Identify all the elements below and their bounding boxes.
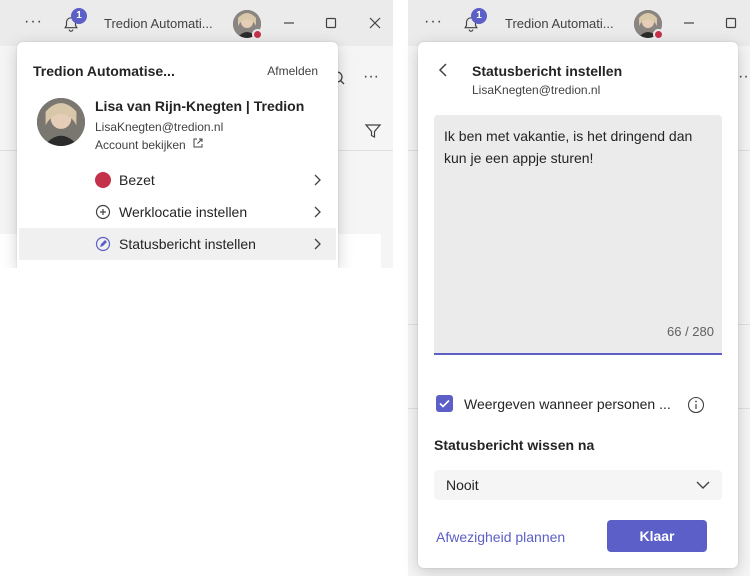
left-window: ··· 1 Tredion Automati... ··· Tredion Au… xyxy=(0,0,393,268)
maximize-icon[interactable] xyxy=(722,14,740,32)
account-menu: Tredion Automatise... Afmelden Lisa van … xyxy=(17,42,338,268)
clear-after-value: Nooit xyxy=(446,477,479,493)
info-icon[interactable] xyxy=(687,396,705,414)
window-title: Tredion Automati... xyxy=(104,16,213,31)
org-name: Tredion Automatise... xyxy=(33,63,175,79)
busy-presence-dot xyxy=(653,29,664,40)
notifications-button[interactable]: 1 xyxy=(62,8,87,34)
notifications-button[interactable]: 1 xyxy=(462,8,487,34)
window-title: Tredion Automati... xyxy=(505,16,614,31)
chevron-right-icon xyxy=(314,174,321,186)
busy-presence-dot xyxy=(252,29,263,40)
left-titlebar: ··· 1 Tredion Automati... xyxy=(0,0,393,46)
add-location-icon xyxy=(95,204,111,220)
avatar xyxy=(37,98,85,146)
panel-title: Statusbericht instellen xyxy=(472,63,623,79)
clear-after-label: Statusbericht wissen na xyxy=(434,437,595,453)
checkmark-icon xyxy=(439,399,450,408)
menu-item-label: Bezet xyxy=(119,172,155,188)
view-account-link[interactable]: Account bekijken xyxy=(95,138,203,152)
more-options-icon[interactable]: ··· xyxy=(738,68,750,86)
status-message-text: Ik ben met vakantie, is het dringend dan… xyxy=(444,128,693,166)
character-count: 66 / 280 xyxy=(667,324,714,339)
status-message-input[interactable]: Ik ben met vakantie, is het dringend dan… xyxy=(434,115,722,355)
menu-item-status-message[interactable]: Statusbericht instellen xyxy=(19,228,336,260)
maximize-icon[interactable] xyxy=(322,14,340,32)
right-titlebar: ··· 1 Tredion Automati... xyxy=(408,0,750,46)
profile-avatar-button[interactable] xyxy=(634,10,664,40)
menu-item-presence[interactable]: Bezet xyxy=(19,164,336,196)
chevron-right-icon xyxy=(314,238,321,250)
menu-item-work-location[interactable]: Werklocatie instellen xyxy=(19,196,336,228)
status-message-panel: Statusbericht instellen LisaKnegten@tred… xyxy=(418,42,738,568)
clear-after-dropdown[interactable]: Nooit xyxy=(434,470,722,500)
more-options-button[interactable]: ··· xyxy=(24,13,43,31)
minimize-icon[interactable] xyxy=(680,14,698,32)
menu-item-label: Werklocatie instellen xyxy=(119,204,248,220)
busy-status-icon xyxy=(95,172,111,188)
profile-avatar-button[interactable] xyxy=(233,10,263,40)
chevron-right-icon xyxy=(314,206,321,218)
profile-photo xyxy=(37,98,85,146)
show-when-checkbox[interactable] xyxy=(436,395,453,412)
notification-badge: 1 xyxy=(71,8,87,24)
user-email: LisaKnegten@tredion.nl xyxy=(472,83,601,97)
more-options-icon[interactable]: ··· xyxy=(363,68,379,86)
user-name: Lisa van Rijn-Knegten | Tredion xyxy=(95,98,305,114)
done-button[interactable]: Klaar xyxy=(607,520,707,552)
view-account-label: Account bekijken xyxy=(95,138,186,152)
external-link-icon xyxy=(193,138,203,148)
edit-status-icon xyxy=(95,236,111,252)
sign-out-link[interactable]: Afmelden xyxy=(267,64,318,78)
schedule-out-of-office-link[interactable]: Afwezigheid plannen xyxy=(436,529,565,545)
menu-item-label: Statusbericht instellen xyxy=(119,236,256,252)
back-arrow-icon[interactable] xyxy=(436,62,452,78)
notification-badge: 1 xyxy=(471,8,487,24)
user-email: LisaKnegten@tredion.nl xyxy=(95,120,224,134)
show-when-label: Weergeven wanneer personen ... xyxy=(464,396,671,412)
chevron-down-icon xyxy=(696,481,710,489)
close-icon[interactable] xyxy=(366,14,384,32)
filter-icon[interactable] xyxy=(364,122,382,140)
minimize-icon[interactable] xyxy=(280,14,298,32)
more-options-button[interactable]: ··· xyxy=(424,13,443,31)
